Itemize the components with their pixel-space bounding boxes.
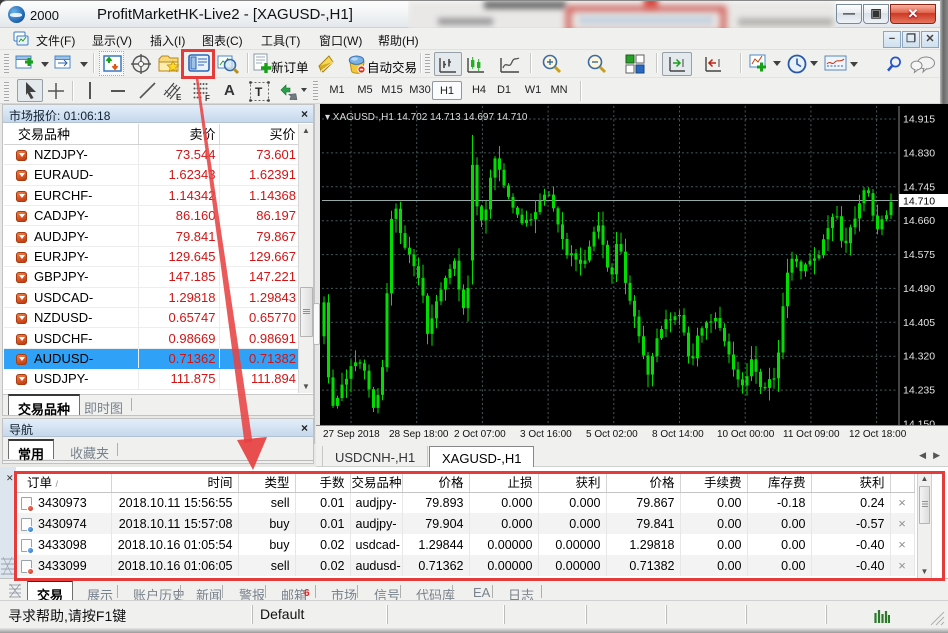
svg-text:14.660: 14.660 — [903, 215, 935, 227]
svg-text:14.710: 14.710 — [903, 196, 935, 208]
svg-text:14.745: 14.745 — [903, 181, 935, 193]
svg-text:14.235: 14.235 — [903, 385, 935, 397]
svg-text:14.575: 14.575 — [903, 249, 935, 261]
svg-text:14.320: 14.320 — [903, 351, 935, 363]
svg-text:14.490: 14.490 — [903, 283, 935, 295]
svg-text:14.915: 14.915 — [903, 114, 935, 126]
svg-text:14.405: 14.405 — [903, 317, 935, 329]
svg-text:14.830: 14.830 — [903, 147, 935, 159]
svg-text:▾ XAGUSD-,H1 14.702 14.713 14.: ▾ XAGUSD-,H1 14.702 14.713 14.697 14.710 — [325, 112, 528, 123]
